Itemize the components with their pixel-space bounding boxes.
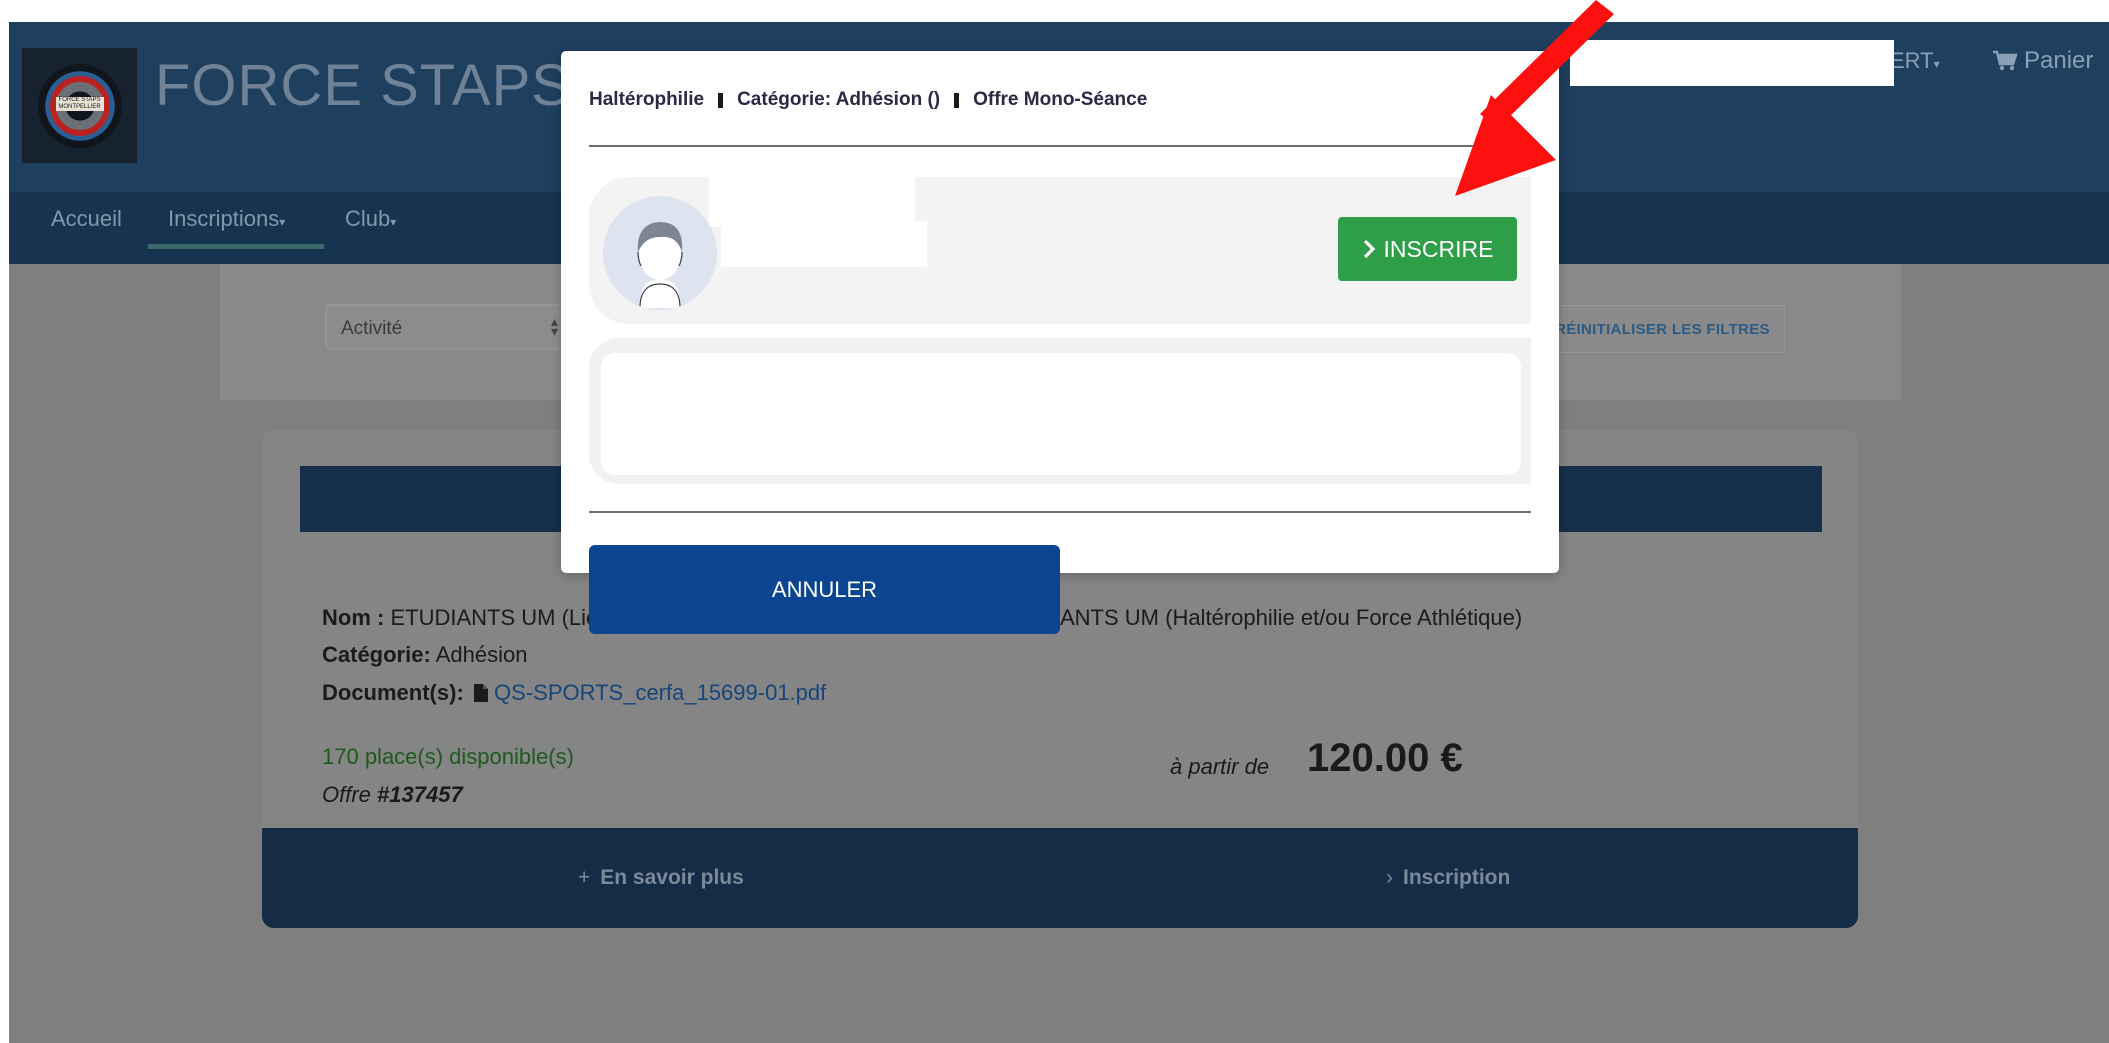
select-arrows-icon: ▴ ▾ <box>550 313 558 339</box>
active-tab-indicator <box>148 244 324 249</box>
nav-item-label: Inscriptions <box>168 206 280 231</box>
inscrire-button[interactable]: INSCRIRE <box>1338 217 1517 281</box>
cancel-label: ANNULER <box>771 576 878 602</box>
user-menu[interactable]: ERT▾ <box>1890 48 1940 74</box>
user-menu-label: ERT <box>1890 48 1934 73</box>
redacted-member-name <box>709 177 915 227</box>
offer-number: Offre #137457 <box>322 782 463 808</box>
document-icon <box>473 684 488 702</box>
offer-name-label: Nom : <box>322 605 385 630</box>
reset-filters-button[interactable]: RÉINITIALISER LES FILTRES <box>1540 305 1785 353</box>
modal-breadcrumb: Haltérophilie Catégorie: Adhésion () Off… <box>589 89 1147 111</box>
chevron-right-icon <box>1363 239 1375 259</box>
offer-name-continued: ANTS UM (Haltérophilie et/ou Force Athlé… <box>1060 605 1523 630</box>
offer-documents: Document(s): QS-SPORTS_cerfa_15699-01.pd… <box>322 680 826 706</box>
offer-price: 120.00 € <box>1307 736 1463 780</box>
learn-more-button[interactable]: + En savoir plus <box>578 866 744 890</box>
offer-card-footer <box>262 828 1858 928</box>
offer-category: Catégorie: Adhésion <box>322 642 527 668</box>
inscrire-label: INSCRIRE <box>1383 235 1494 262</box>
redacted-area <box>1570 40 1894 86</box>
modal-divider-top <box>589 145 1531 147</box>
cart-link[interactable]: Panier <box>1992 47 2093 75</box>
breadcrumb-offer: Offre Mono-Séance <box>973 89 1148 110</box>
offer-category-value: Adhésion <box>435 642 528 667</box>
logo-text: FORCE STAPS MONTPELLIER <box>55 96 104 111</box>
places-available: 170 place(s) disponible(s) <box>322 744 574 769</box>
inscription-label: Inscription <box>1403 866 1511 889</box>
club-logo[interactable]: FORCE STAPS MONTPELLIER <box>22 48 137 163</box>
cancel-button[interactable]: ANNULER <box>589 545 1060 634</box>
cart-icon <box>1993 50 2018 71</box>
breadcrumb-separator <box>718 92 724 108</box>
offer-number-value: #137457 <box>377 782 463 807</box>
caret-down-icon: ▾ <box>390 215 397 229</box>
avatar <box>603 196 717 310</box>
offer-name-value: ETUDIANTS UM (Lic <box>390 605 598 630</box>
redacted-member-name <box>721 221 927 267</box>
nav-item-accueil[interactable]: Accueil <box>51 206 122 232</box>
member-details-content <box>601 353 1521 475</box>
plus-icon: + <box>578 866 591 889</box>
offer-category-label: Catégorie: <box>322 642 431 667</box>
breadcrumb-separator <box>954 92 960 108</box>
chevron-right-icon: › <box>1386 866 1393 889</box>
nav-item-club[interactable]: Club▾ <box>345 206 396 232</box>
learn-more-label: En savoir plus <box>600 866 744 889</box>
price-prefix: à partir de <box>1170 754 1270 779</box>
breadcrumb-activity: Haltérophilie <box>589 89 705 110</box>
caret-down-icon: ▾ <box>1933 57 1940 71</box>
inscription-button[interactable]: › Inscription <box>1386 866 1510 890</box>
modal-divider-bottom <box>589 511 1531 513</box>
document-link[interactable]: QS-SPORTS_cerfa_15699-01.pdf <box>494 680 826 705</box>
nav-item-inscriptions[interactable]: Inscriptions▾ <box>168 206 285 232</box>
screen: FORCE STAPS MONTPELLIER FORCE STAPS MO E… <box>0 0 2109 1043</box>
registration-modal: Haltérophilie Catégorie: Adhésion () Off… <box>561 51 1559 573</box>
caret-down-icon: ▾ <box>279 215 286 229</box>
breadcrumb-category: Catégorie: Adhésion () <box>737 89 941 110</box>
activity-select-value: Activité <box>341 318 403 339</box>
offer-number-prefix: Offre <box>322 782 371 807</box>
user-avatar-icon <box>637 222 683 309</box>
activity-select[interactable]: Activité ▴ ▾ <box>325 304 570 350</box>
nav-item-label: Club <box>345 206 391 231</box>
offer-name: Nom : ETUDIANTS UM (Lic <box>322 605 597 631</box>
cart-label: Panier <box>2024 47 2094 74</box>
offer-documents-label: Document(s): <box>322 680 464 705</box>
logo-emblem-icon: FORCE STAPS MONTPELLIER <box>37 63 122 148</box>
